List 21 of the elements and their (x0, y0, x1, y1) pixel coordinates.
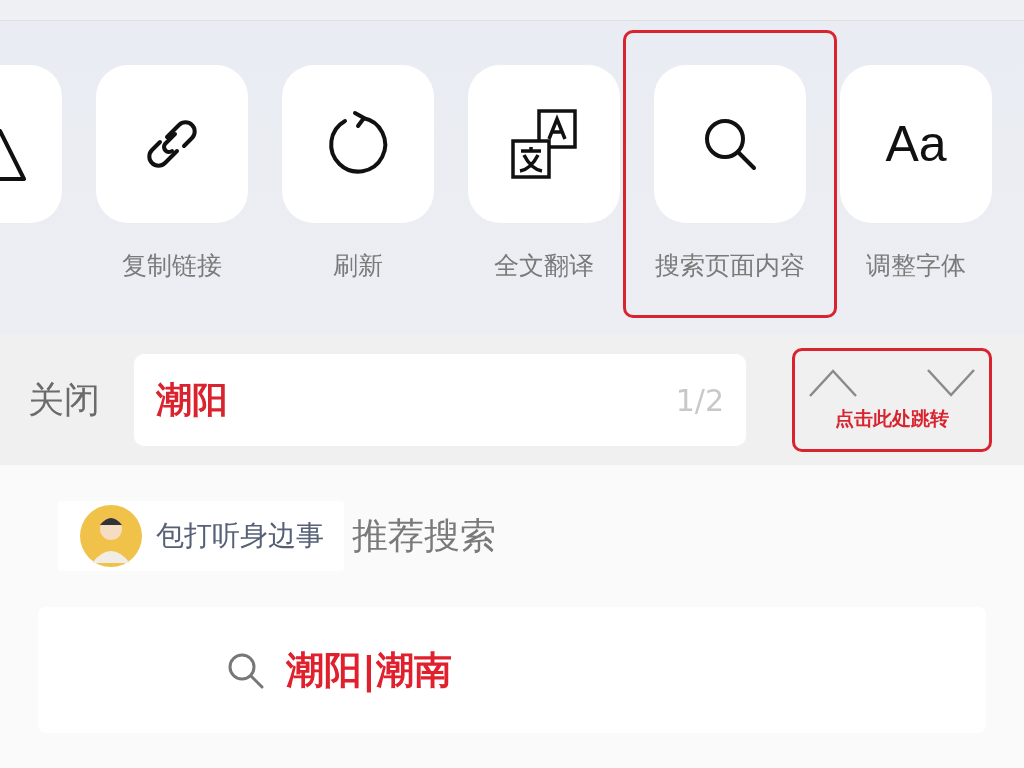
action-button[interactable] (468, 65, 620, 223)
action-button[interactable] (654, 65, 806, 223)
font-button[interactable]: Aa (840, 65, 992, 223)
close-button[interactable]: 关闭 (28, 375, 100, 425)
previous-button[interactable] (808, 368, 858, 398)
action-button[interactable] (0, 65, 62, 223)
source-chip[interactable]: 包打听身边事 (58, 501, 344, 571)
next-button[interactable] (926, 368, 976, 398)
action-label: 全文翻译 (494, 250, 594, 282)
avatar (80, 505, 142, 567)
action-label: 调整字体 (866, 250, 966, 282)
section-title: 推荐搜索 (352, 513, 496, 558)
action-label: 搜索页面内容 (655, 250, 805, 282)
action-label: 刷新 (333, 250, 383, 282)
action-button[interactable] (96, 65, 248, 223)
search-value: 潮阳 (156, 377, 228, 422)
annotation-text: 点击此处跳转 (835, 406, 949, 431)
warning-icon (0, 129, 26, 181)
action-button[interactable] (282, 65, 434, 223)
search-suggestion[interactable]: 潮阳|潮南 (38, 607, 986, 733)
action-label: 复制链接 (122, 250, 222, 282)
